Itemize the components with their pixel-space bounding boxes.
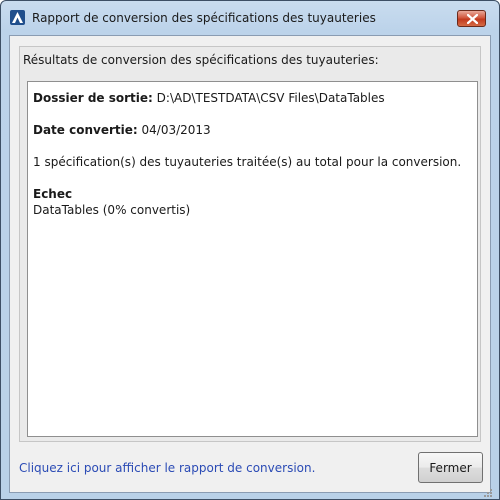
window-title: Rapport de conversion des spécifications…: [32, 11, 376, 25]
close-window-button[interactable]: [457, 10, 486, 27]
dialog-window: Rapport de conversion des spécifications…: [0, 0, 500, 500]
failure-item: DataTables (0% convertis): [33, 203, 191, 217]
date-label: Date convertie:: [33, 123, 138, 137]
output-folder-label: Dossier de sortie:: [33, 91, 153, 105]
autodesk-app-icon: [10, 10, 25, 25]
date-line: Date convertie: 04/03/2013: [33, 123, 211, 137]
summary-text: 1 spécification(s) des tuyauteries trait…: [33, 155, 462, 169]
results-group-label: Résultats de conversion des spécificatio…: [23, 53, 379, 67]
output-folder-line: Dossier de sortie: D:\AD\TESTDATA\CSV Fi…: [33, 91, 385, 105]
close-x-icon: [467, 14, 478, 24]
close-button[interactable]: Fermer: [418, 452, 483, 483]
date-value: 04/03/2013: [141, 123, 211, 137]
resize-grip-icon[interactable]: [484, 486, 492, 500]
report-text-area[interactable]: Dossier de sortie: D:\AD\TESTDATA\CSV Fi…: [27, 81, 478, 437]
title-bar[interactable]: Rapport de conversion des spécifications…: [1, 1, 499, 35]
view-report-link[interactable]: Cliquez ici pour afficher le rapport de …: [19, 461, 315, 475]
output-folder-value: D:\AD\TESTDATA\CSV Files\DataTables: [156, 91, 385, 105]
dialog-client-area: Résultats de conversion des spécificatio…: [9, 35, 492, 497]
failure-heading: Echec: [33, 187, 73, 201]
